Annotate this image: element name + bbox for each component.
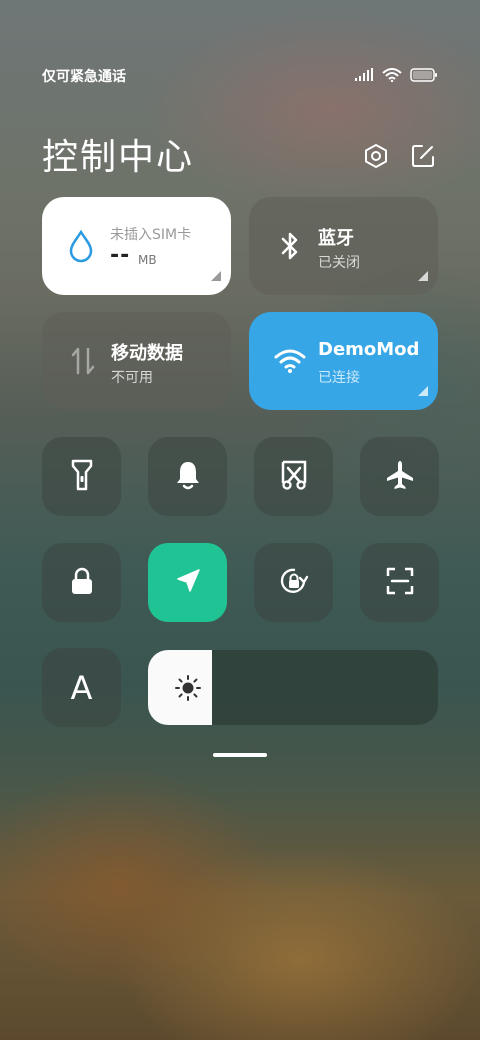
status-icons [354, 67, 438, 86]
edit-button[interactable] [409, 144, 437, 172]
wifi-status: 已连接 [318, 370, 360, 386]
lock-icon [67, 565, 97, 601]
expand-corner-icon [418, 271, 428, 281]
page-title: 控制中心 [42, 137, 195, 178]
rotation-lock-icon [278, 565, 310, 601]
wifi-network-name: DemoMod [318, 339, 420, 360]
airplane-icon [384, 459, 416, 495]
data-usage-value: -- [110, 243, 131, 268]
sim-status-label: 未插入SIM卡 [110, 227, 192, 243]
edit-icon [410, 143, 436, 173]
sun-icon [174, 674, 202, 702]
flashlight-toggle[interactable] [42, 437, 121, 516]
ringer-toggle[interactable] [148, 437, 227, 516]
mobile-data-status: 不可用 [111, 370, 153, 386]
location-toggle[interactable] [148, 543, 227, 622]
carrier-text: 仅可紧急通话 [42, 69, 126, 85]
settings-icon [363, 143, 389, 173]
font-size-label: A [70, 668, 93, 707]
bell-icon [173, 459, 203, 495]
scanner-toggle[interactable] [360, 543, 439, 622]
brightness-slider[interactable] [148, 650, 438, 725]
lock-screen-toggle[interactable] [42, 543, 121, 622]
expand-corner-icon [418, 386, 428, 396]
arrows-updown-icon [66, 344, 100, 378]
data-usage-tile[interactable]: 未插入SIM卡 -- MB [42, 197, 231, 295]
bluetooth-icon [273, 229, 307, 263]
flashlight-icon [67, 458, 97, 496]
bluetooth-status: 已关闭 [318, 255, 360, 271]
signal-icon [354, 67, 374, 86]
settings-button[interactable] [362, 144, 390, 172]
dismiss-handle[interactable] [213, 753, 267, 757]
mobile-data-title: 移动数据 [111, 343, 183, 364]
wifi-icon [382, 67, 402, 86]
expand-corner-icon [211, 271, 221, 281]
wifi-tile[interactable]: DemoMod 已连接 [249, 312, 438, 410]
scan-icon [385, 566, 415, 600]
screenshot-toggle[interactable] [254, 437, 333, 516]
data-usage-unit: MB [138, 253, 157, 267]
bluetooth-title: 蓝牙 [318, 228, 354, 249]
bluetooth-tile[interactable]: 蓝牙 已关闭 [249, 197, 438, 295]
location-icon [173, 566, 203, 600]
water-drop-icon [64, 229, 98, 263]
wifi-icon [273, 344, 307, 378]
status-bar: 仅可紧急通话 [42, 66, 438, 86]
screenshot-icon [279, 459, 309, 495]
font-size-button[interactable]: A [42, 648, 121, 727]
airplane-mode-toggle[interactable] [360, 437, 439, 516]
battery-icon [410, 67, 438, 86]
mobile-data-tile[interactable]: 移动数据 不可用 [42, 312, 231, 410]
rotation-lock-toggle[interactable] [254, 543, 333, 622]
